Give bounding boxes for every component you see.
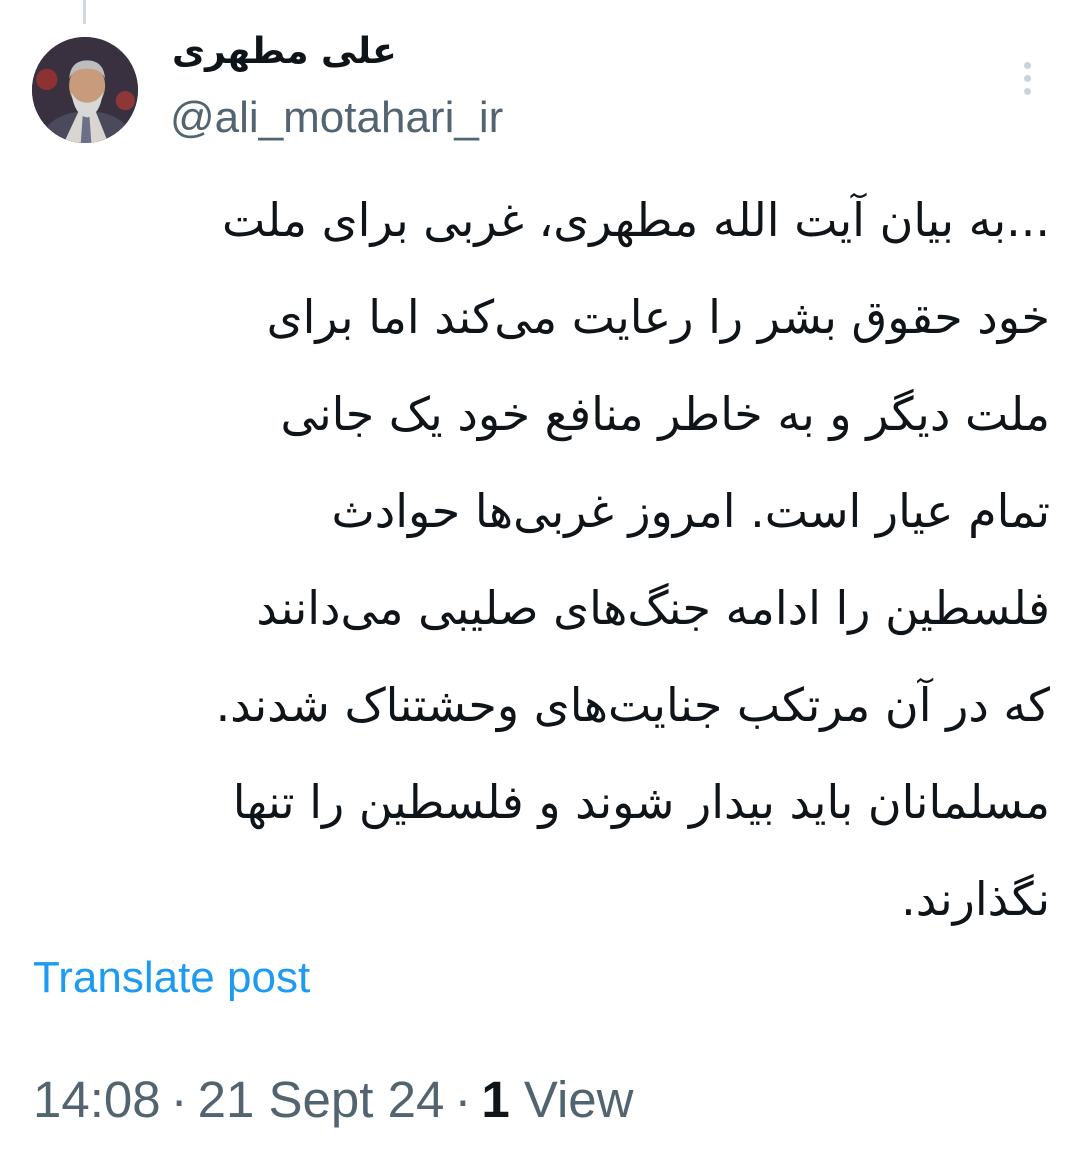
author-display-name[interactable]: علی مطهری	[172, 28, 397, 76]
avatar-photo-icon	[32, 37, 138, 143]
thread-connector-line	[83, 0, 86, 24]
tweet-text-line: ...به بیان آیت الله مطهری، غربی برای ملت	[222, 193, 1050, 247]
view-label[interactable]: View	[524, 1071, 634, 1128]
meta-separator: ·	[170, 1071, 188, 1128]
tweet-text-line: ملت دیگر و به خاطر منافع خود یک جانی	[280, 387, 1050, 441]
more-options-button[interactable]	[1010, 56, 1044, 100]
post-meta: 14:08 · 21 Sept 24 · 1 View	[33, 1068, 633, 1132]
more-vertical-icon	[1023, 61, 1031, 69]
tweet-text: ...به بیان آیت الله مطهری، غربی برای ملت…	[28, 172, 1050, 948]
tweet-text-line: مسلمانان باید بیدار شوند و فلسطین را تنه…	[232, 775, 1050, 829]
post-time[interactable]: 14:08	[33, 1071, 161, 1128]
author-handle[interactable]: @ali_motahari_ir	[170, 92, 503, 144]
avatar[interactable]	[32, 37, 138, 143]
tweet-text-line: خود حقوق بشر را رعایت می‌کند اما برای	[266, 290, 1050, 344]
translate-post-link[interactable]: Translate post	[33, 950, 310, 1006]
meta-separator: ·	[454, 1071, 472, 1128]
tweet-text-line: تمام عیار است. امروز غربی‌ها حوادث	[331, 484, 1050, 538]
more-vertical-icon-dot	[1023, 87, 1031, 95]
tweet-text-line: که در آن مرتکب جنایت‌های وحشتناک شدند.	[215, 678, 1050, 732]
more-vertical-icon-dot	[1023, 74, 1031, 82]
post-date[interactable]: 21 Sept 24	[198, 1071, 445, 1128]
tweet-text-line: نگذارند.	[901, 872, 1050, 926]
tweet-text-line: فلسطین را ادامه جنگ‌های صلیبی می‌دانند	[256, 581, 1050, 635]
view-count[interactable]: 1	[481, 1071, 509, 1128]
